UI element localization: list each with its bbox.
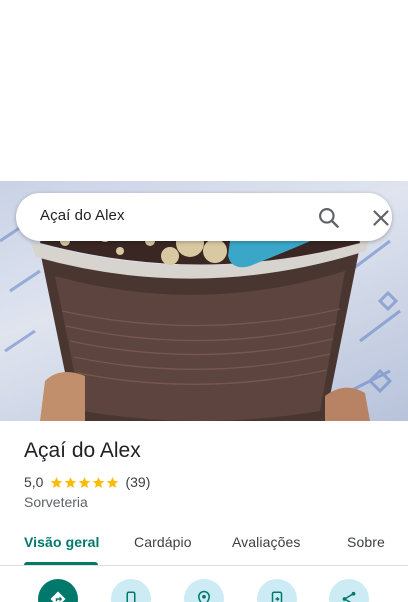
tab-menu[interactable]: Cardápio — [134, 534, 192, 550]
close-icon[interactable] — [368, 205, 394, 231]
rating-row[interactable]: 5,0 (39) — [24, 473, 150, 491]
directions-button[interactable] — [38, 579, 78, 602]
save-to-phone-icon — [271, 591, 283, 602]
review-count[interactable]: (39) — [125, 474, 150, 490]
place-title: Açaí do Alex — [24, 439, 141, 462]
share-button[interactable] — [329, 579, 369, 602]
star-icon — [65, 476, 77, 488]
call-button[interactable] — [111, 579, 151, 602]
tab-about[interactable]: Sobre — [347, 534, 385, 550]
location-pin-icon — [197, 590, 211, 602]
nearby-button[interactable] — [184, 579, 224, 602]
star-icon — [107, 476, 119, 488]
active-tab-indicator — [24, 562, 98, 565]
star-icon — [79, 476, 91, 488]
tab-reviews[interactable]: Avaliações — [232, 534, 300, 550]
star-icon — [51, 476, 63, 488]
send-to-phone-button[interactable] — [257, 579, 297, 602]
search-icon[interactable] — [316, 205, 342, 231]
place-category: Sorveteria — [24, 494, 88, 510]
rating-value: 5,0 — [24, 474, 44, 490]
share-icon — [342, 591, 356, 602]
star-icon — [93, 476, 105, 488]
place-details-page: Açaí do Alex Açaí do Alex 5,0 (39) Sorve… — [0, 0, 408, 602]
directions-icon — [50, 591, 66, 602]
tab-bar: Visão geral Cardápio Avaliações Sobre — [0, 524, 408, 566]
rating-stars — [50, 476, 119, 489]
tab-overview[interactable]: Visão geral — [24, 534, 100, 550]
phone-icon — [126, 591, 136, 602]
search-bar[interactable]: Açaí do Alex — [16, 193, 392, 241]
search-input[interactable]: Açaí do Alex — [40, 207, 125, 224]
action-buttons — [0, 567, 408, 602]
